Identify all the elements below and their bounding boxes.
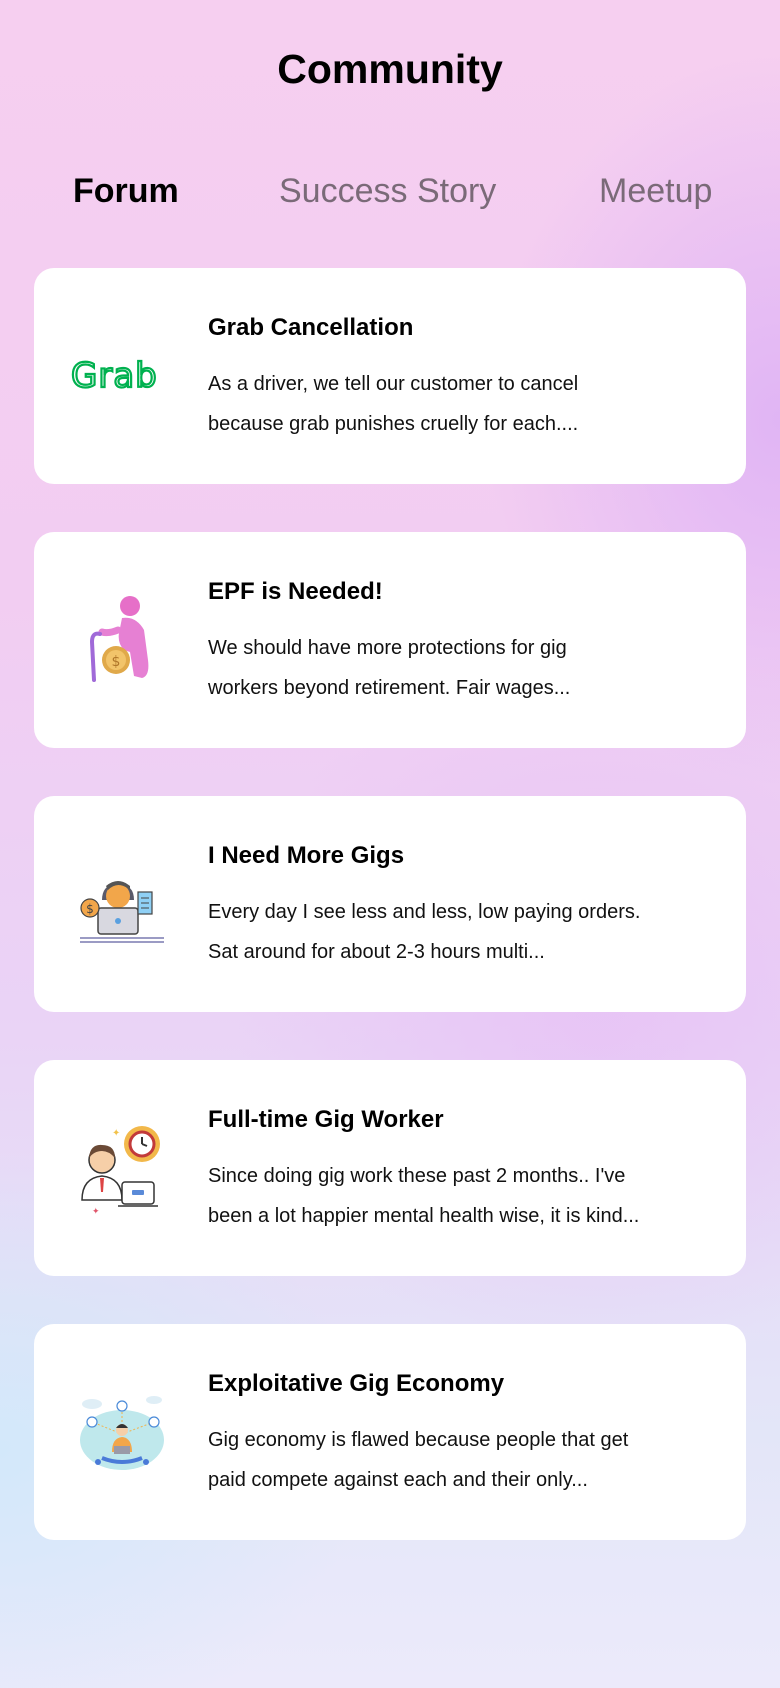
grab-logo-text: Grab [71,356,158,396]
tab-meetup[interactable]: Meetup [599,172,712,211]
post-excerpt-line: Since doing gig work these past 2 months… [208,1165,626,1187]
svg-text:✦: ✦ [92,1207,100,1217]
post-excerpt: We should have more protections for gig … [208,628,708,708]
svg-text:$: $ [112,654,121,670]
post-excerpt-line: paid compete against each and their only… [208,1469,588,1491]
elderly-person-coin-icon: $ [62,580,182,700]
post-card-grab-cancellation[interactable]: Grab Grab Cancellation As a driver, we t… [34,268,746,484]
post-card-full-time-gig-worker[interactable]: ✦ ✦ Full-time Gig Worker Since doing gig… [34,1060,746,1276]
post-title: Grab Cancellation [208,314,414,341]
post-excerpt-line: As a driver, we tell our customer to can… [208,373,579,395]
tab-success-story[interactable]: Success Story [279,172,496,211]
post-excerpt-line: Every day I see less and less, low payin… [208,901,641,923]
post-excerpt: Gig economy is flawed because people tha… [208,1420,708,1500]
post-excerpt: As a driver, we tell our customer to can… [208,364,708,444]
post-title: I Need More Gigs [208,842,405,869]
post-excerpt-line: Gig economy is flawed because people tha… [208,1429,629,1451]
post-card-exploitative-gig-economy[interactable]: Exploitative Gig Economy Gig economy is … [34,1324,746,1540]
gig-network-icon [62,1372,182,1492]
post-excerpt-line: workers beyond retirement. Fair wages... [208,677,571,699]
page-title: Community [277,46,503,92]
post-excerpt: Every day I see less and less, low payin… [208,892,708,972]
post-card-more-gigs[interactable]: $ I Need More Gigs Every day I see less … [34,796,746,1012]
office-worker-clock-icon: ✦ ✦ [62,1108,182,1228]
post-title: Exploitative Gig Economy [208,1370,505,1397]
post-title: Full-time Gig Worker [208,1106,444,1133]
tab-forum[interactable]: Forum [73,172,179,211]
post-excerpt: Since doing gig work these past 2 months… [208,1156,708,1236]
post-excerpt-line: been a lot happier mental health wise, i… [208,1205,640,1227]
post-title: EPF is Needed! [208,578,383,605]
worker-laptop-icon: $ [62,844,182,964]
svg-text:$: $ [86,902,94,916]
post-excerpt-line: because grab punishes cruelly for each..… [208,413,579,435]
post-excerpt-line: Sat around for about 2-3 hours multi... [208,941,545,963]
post-excerpt-line: We should have more protections for gig [208,637,567,659]
tab-bar: Forum Success Story Meetup [0,172,780,218]
svg-text:✦: ✦ [112,1128,120,1139]
grab-logo-icon: Grab [62,316,182,436]
post-card-epf-needed[interactable]: $ EPF is Needed! We should have more pro… [34,532,746,748]
